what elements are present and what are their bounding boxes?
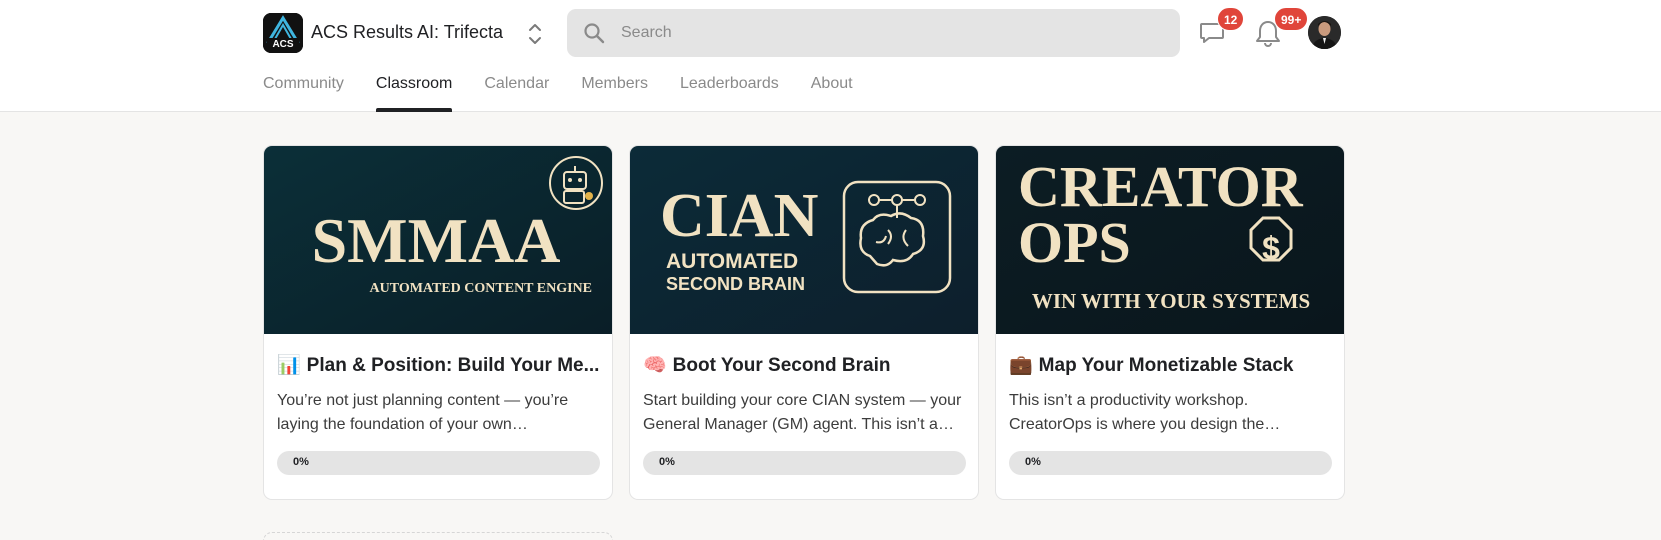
course-progress-bar: 0% xyxy=(277,451,600,475)
cover-subline-1: AUTOMATED xyxy=(666,250,798,273)
cover-subline: WIN WITH YOUR SYSTEMS xyxy=(1032,289,1310,313)
chat-count-badge: 12 xyxy=(1217,7,1245,31)
course-title: 📊 Plan & Position: Build Your Me... xyxy=(277,353,601,377)
tab-members[interactable]: Members xyxy=(581,64,648,112)
course-progress-label: 0% xyxy=(293,456,309,468)
tab-leaderboards[interactable]: Leaderboards xyxy=(680,64,779,112)
chart-emoji-icon: 📊 xyxy=(277,355,301,376)
top-header: ACS ACS Results AI: Trifecta 12 99+ xyxy=(0,0,1661,112)
course-progress-label: 0% xyxy=(1025,456,1041,468)
course-title-text: Boot Your Second Brain xyxy=(672,355,891,376)
course-cover-image: CIAN AUTOMATED SECOND BRAIN xyxy=(630,146,978,334)
cover-headline-2: OPS xyxy=(1018,210,1131,275)
avatar-image xyxy=(1308,16,1341,49)
course-description: This isn’t a productivity workshop. Crea… xyxy=(1009,392,1265,433)
briefcase-emoji-icon: 💼 xyxy=(1009,355,1033,376)
course-card[interactable]: CIAN AUTOMATED SECOND BRAIN 🧠 Boot Your S… xyxy=(629,145,979,500)
svg-text:$: $ xyxy=(1262,230,1280,266)
search-input[interactable] xyxy=(621,9,1161,57)
cover-headline: SMMAA xyxy=(312,205,561,276)
user-avatar[interactable] xyxy=(1308,16,1341,49)
course-progress-bar: 0% xyxy=(643,451,966,475)
search-bar[interactable] xyxy=(567,9,1180,57)
group-name[interactable]: ACS Results AI: Trifecta xyxy=(311,22,503,43)
notification-count-badge: 99+ xyxy=(1274,7,1309,31)
course-description: Start building your core CIAN system — y… xyxy=(643,392,962,433)
cover-headline: CIAN xyxy=(660,182,818,250)
course-description: You’re not just planning content — you’r… xyxy=(277,392,569,433)
chevron-up-down-icon xyxy=(529,24,541,44)
course-card[interactable]: CREATOR OPS WIN WITH YOUR SYSTEMS $ 💼 Map… xyxy=(995,145,1345,500)
course-title-text: Map Your Monetizable Stack xyxy=(1038,355,1294,376)
logo-text: ACS xyxy=(272,39,293,50)
group-logo[interactable]: ACS xyxy=(263,13,303,53)
course-progress-bar: 0% xyxy=(1009,451,1332,475)
new-course-placeholder[interactable] xyxy=(263,532,613,540)
tab-classroom[interactable]: Classroom xyxy=(375,64,453,112)
logo-emblem-icon: ACS xyxy=(263,13,303,53)
tab-calendar[interactable]: Calendar xyxy=(484,64,549,112)
tab-community[interactable]: Community xyxy=(263,64,344,112)
cover-subline: AUTOMATED CONTENT ENGINE xyxy=(370,281,592,296)
course-progress-label: 0% xyxy=(659,456,675,468)
course-title: 💼 Map Your Monetizable Stack xyxy=(1009,353,1333,377)
brain-emoji-icon: 🧠 xyxy=(643,355,667,376)
course-cover-image: SMMAA AUTOMATED CONTENT ENGINE xyxy=(264,146,612,334)
group-switcher-button[interactable] xyxy=(525,20,545,48)
tab-about[interactable]: About xyxy=(811,64,853,112)
course-title: 🧠 Boot Your Second Brain xyxy=(643,353,967,377)
cover-subline-2: SECOND BRAIN xyxy=(666,274,805,294)
nav-tabs: Community Classroom Calendar Members Lea… xyxy=(263,64,885,112)
course-cover-image: CREATOR OPS WIN WITH YOUR SYSTEMS $ xyxy=(996,146,1344,334)
course-card[interactable]: SMMAA AUTOMATED CONTENT ENGINE 📊 Plan & P… xyxy=(263,145,613,500)
course-title-text: Plan & Position: Build Your Me... xyxy=(306,355,600,376)
search-icon xyxy=(584,23,605,44)
